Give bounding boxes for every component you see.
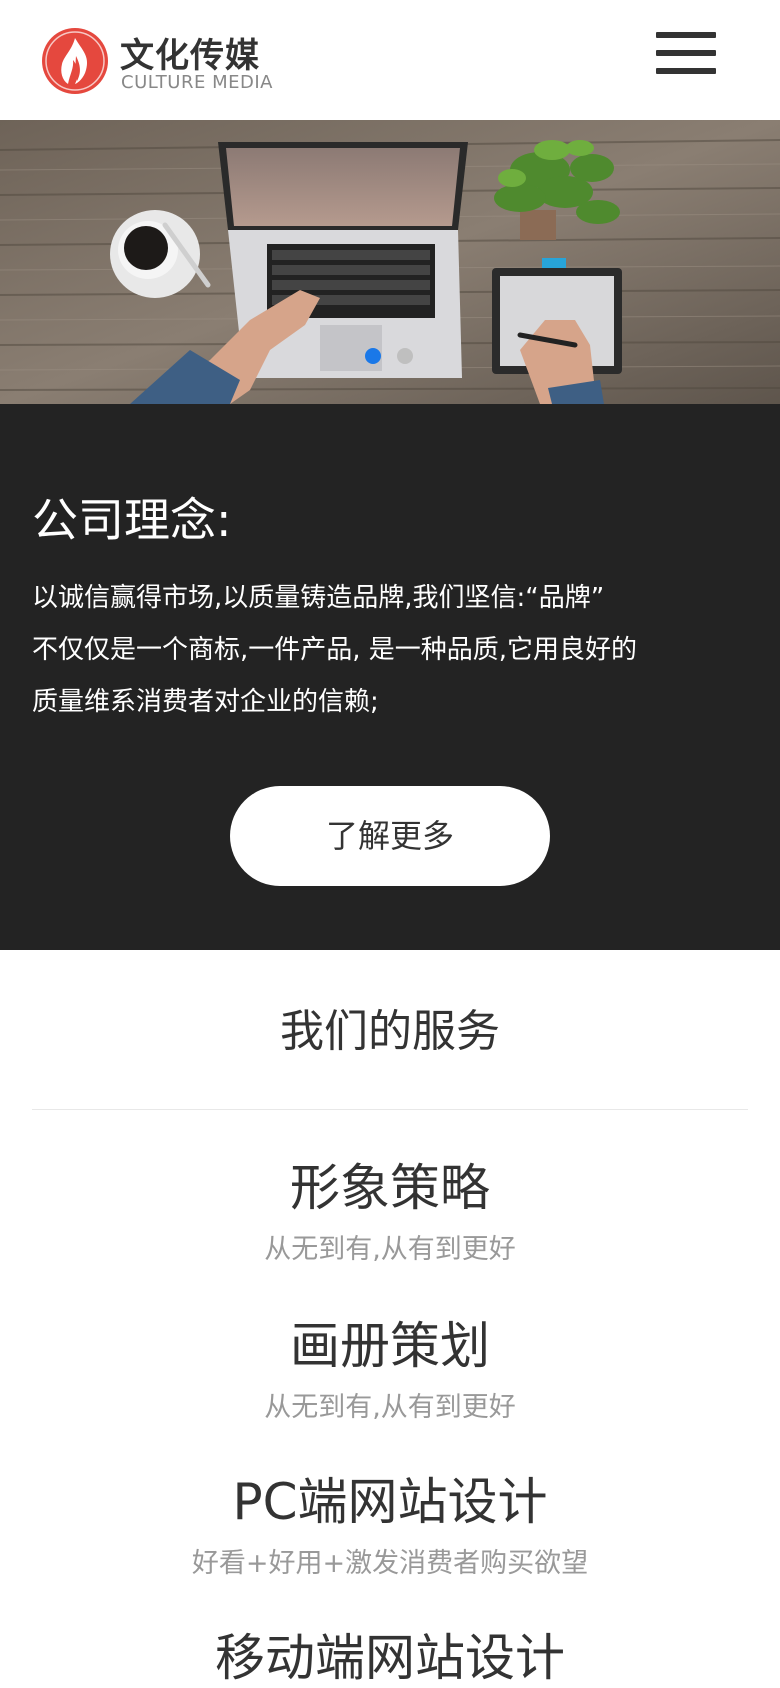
service-item[interactable]: PC端网站设计 好看+好用+激发消费者购买欲望 [0, 1470, 780, 1584]
services-title: 我们的服务 [280, 1006, 500, 1057]
philosophy-text: 以诚信赢得市场,以质量铸造品牌,我们坚信:“品牌” 不仅仅是一个商标,一件产品,… [32, 572, 752, 728]
menu-bar [656, 50, 716, 56]
service-desc: 从无到有,从有到更好 [264, 1234, 516, 1265]
section-title: 公司理念: [32, 493, 232, 547]
hero-banner[interactable] [0, 120, 780, 404]
carousel-dot-2[interactable] [397, 348, 413, 364]
philosophy-line: 质量维系消费者对企业的信赖; [32, 687, 379, 717]
service-name: PC端网站设计 [232, 1473, 548, 1531]
hamburger-menu-icon[interactable] [652, 28, 718, 82]
service-desc: 从无到有,从有到更好 [264, 1392, 516, 1423]
brand-name: 文化传媒 [120, 36, 260, 76]
philosophy-line: 以诚信赢得市场,以质量铸造品牌,我们坚信:“品牌” [32, 583, 605, 613]
company-philosophy-section: 公司理念: 以诚信赢得市场,以质量铸造品牌,我们坚信:“品牌” 不仅仅是一个商标… [0, 404, 780, 950]
flame-logo-icon[interactable] [40, 26, 110, 96]
service-item[interactable]: 形象策略 从无到有,从有到更好 [0, 1156, 780, 1270]
service-name: 形象策略 [290, 1159, 490, 1217]
carousel-dot-1[interactable] [365, 348, 381, 364]
service-item[interactable]: 画册策划 从无到有,从有到更好 [0, 1314, 780, 1428]
menu-bar [656, 32, 716, 38]
site-header: 文化传媒 CULTURE MEDIA [0, 0, 780, 120]
service-name: 画册策划 [290, 1317, 490, 1375]
divider [32, 1109, 748, 1110]
laptop-desk-photo [0, 120, 780, 404]
philosophy-line: 不仅仅是一个商标,一件产品, 是一种品质,它用良好的 [32, 635, 638, 665]
service-name: 移动端网站设计 [215, 1629, 565, 1687]
service-item[interactable]: 移动端网站设计 [0, 1626, 780, 1688]
brand-tagline: CULTURE MEDIA [121, 72, 273, 93]
menu-bar [656, 68, 716, 74]
service-desc: 好看+好用+激发消费者购买欲望 [191, 1548, 589, 1579]
learn-more-button[interactable]: 了解更多 [230, 786, 550, 886]
